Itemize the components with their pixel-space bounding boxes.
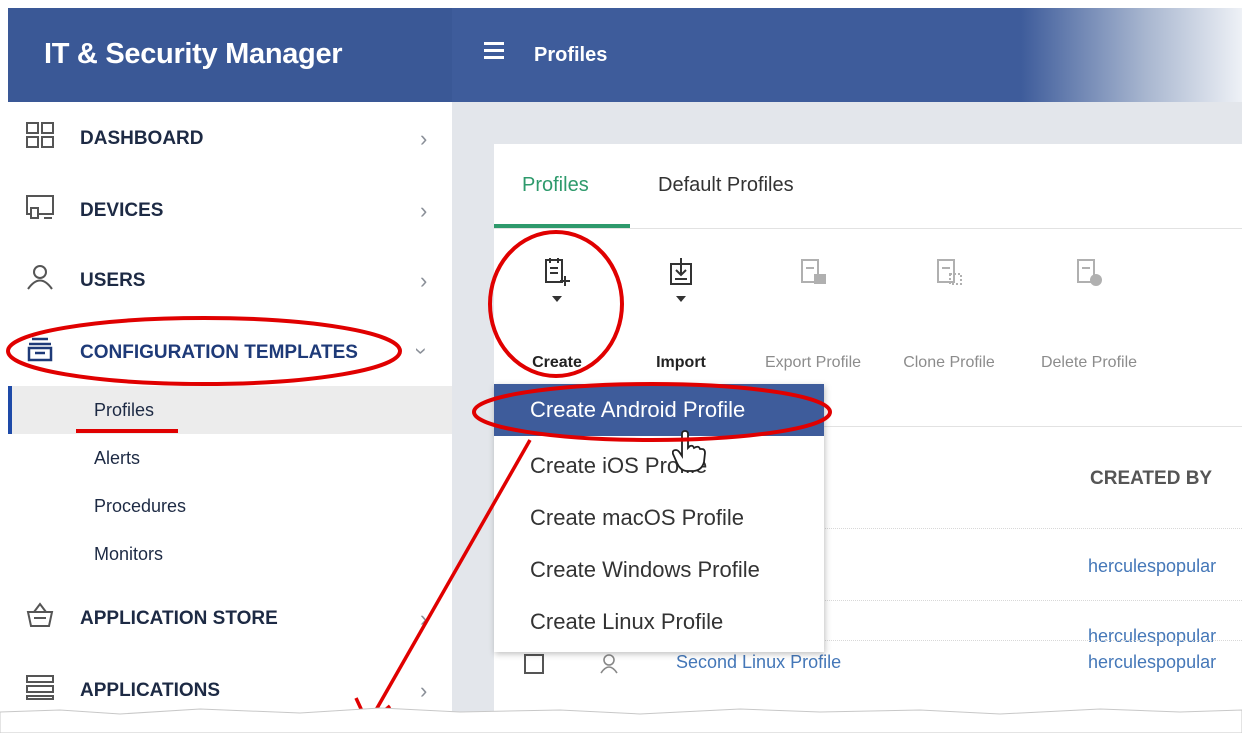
tab-default-profiles[interactable]: Default Profiles — [658, 174, 794, 197]
tab-profiles[interactable]: Profiles — [522, 174, 589, 197]
row-checkbox[interactable] — [524, 654, 544, 674]
create-profile-icon — [545, 258, 570, 302]
sidebar-subitem-monitors[interactable]: Monitors — [8, 530, 452, 578]
created-by-link[interactable]: herculespopular — [1088, 626, 1216, 647]
menu-item-label: Create macOS Profile — [530, 505, 744, 530]
app-title: IT & Security Manager — [44, 38, 343, 70]
chevron-right-icon: › — [420, 268, 428, 293]
menu-item-create-windows-profile[interactable]: Create Windows Profile — [494, 544, 824, 596]
torn-edge — [0, 707, 1242, 733]
menu-item-label: Create Linux Profile — [530, 609, 724, 634]
sidebar-subitem-label: Profiles — [94, 400, 155, 420]
clone-profile-icon — [937, 259, 962, 285]
export-profile-icon — [801, 259, 826, 284]
user-icon — [27, 265, 53, 290]
sidebar-subitem-label: Monitors — [94, 544, 164, 564]
import-button[interactable]: Import — [656, 256, 706, 371]
sidebar-item-configuration-templates[interactable]: CONFIGURATION TEMPLATES › — [8, 320, 452, 380]
sidebar-item-dashboard[interactable]: DASHBOARD › — [8, 106, 452, 166]
sidebar-subitem-label: Alerts — [94, 448, 141, 468]
sidebar-subitem-procedures[interactable]: Procedures — [8, 482, 452, 530]
sidebar-item-users[interactable]: USERS › — [8, 248, 452, 308]
column-header-created-by[interactable]: CREATED BY — [1090, 468, 1212, 490]
sidebar-item-devices[interactable]: DEVICES › — [8, 178, 452, 238]
templates-icon — [27, 337, 53, 362]
chevron-right-icon: › — [420, 606, 428, 631]
menu-item-create-linux-profile[interactable]: Create Linux Profile — [494, 596, 824, 648]
menu-item-create-android-profile[interactable]: Create Android Profile — [494, 384, 824, 436]
import-icon — [670, 258, 692, 302]
hand-cursor-icon — [672, 430, 706, 472]
store-icon — [26, 602, 54, 627]
sidebar-subitem-alerts[interactable]: Alerts — [8, 434, 452, 482]
chevron-right-icon: › — [420, 126, 428, 151]
sidebar-item-label: APPLICATIONS — [80, 680, 221, 701]
devices-icon — [26, 195, 54, 219]
sidebar-item-label: CONFIGURATION TEMPLATES — [80, 342, 358, 363]
sidebar-subitem-profiles[interactable]: Profiles — [8, 386, 452, 434]
sidebar-item-application-store[interactable]: APPLICATION STORE › — [8, 586, 452, 646]
hamburger-menu-icon[interactable] — [484, 42, 504, 63]
applications-icon — [26, 675, 54, 700]
created-by-link[interactable]: herculespopular — [1088, 652, 1216, 673]
page-header: Profiles — [452, 8, 1242, 102]
menu-item-create-macos-profile[interactable]: Create macOS Profile — [494, 492, 824, 544]
delete-profile-icon — [1077, 259, 1102, 286]
clone-profile-button[interactable]: Clone Profile — [903, 256, 995, 371]
divider — [494, 228, 1242, 229]
app-header-brand: IT & Security Manager — [8, 8, 452, 102]
menu-item-label: Create Windows Profile — [530, 557, 760, 582]
export-profile-button[interactable]: Export Profile — [765, 256, 861, 371]
delete-profile-label: Delete Profile — [1040, 354, 1138, 371]
dashboard-icon — [26, 122, 54, 148]
create-profile-menu: Create Android Profile Create iOS Profil… — [494, 384, 824, 652]
sidebar: DASHBOARD › DEVICES › USERS › CONFIGURAT… — [8, 102, 452, 712]
linux-icon — [600, 654, 618, 674]
sidebar-item-label: APPLICATION STORE — [80, 608, 278, 629]
chevron-down-icon: › — [409, 347, 435, 355]
menu-item-create-ios-profile[interactable]: Create iOS Profile — [494, 440, 824, 492]
create-button[interactable]: Create — [532, 256, 582, 371]
create-label: Create — [532, 354, 582, 371]
profile-name-link[interactable]: Second Linux Profile — [676, 652, 841, 673]
chevron-right-icon: › — [420, 198, 428, 223]
menu-item-label: Create Android Profile — [530, 397, 746, 422]
sidebar-item-label: DASHBOARD — [80, 128, 204, 149]
created-by-link[interactable]: herculespopular — [1088, 556, 1216, 577]
page-title: Profiles — [534, 44, 608, 66]
export-profile-label: Export Profile — [764, 354, 862, 371]
sidebar-item-label: DEVICES — [80, 200, 164, 221]
import-label: Import — [656, 354, 706, 371]
clone-profile-label: Clone Profile — [903, 354, 995, 371]
sidebar-item-label: USERS — [80, 270, 146, 291]
delete-profile-button[interactable]: Delete Profile — [1041, 256, 1137, 371]
sidebar-subitem-label: Procedures — [94, 496, 187, 516]
